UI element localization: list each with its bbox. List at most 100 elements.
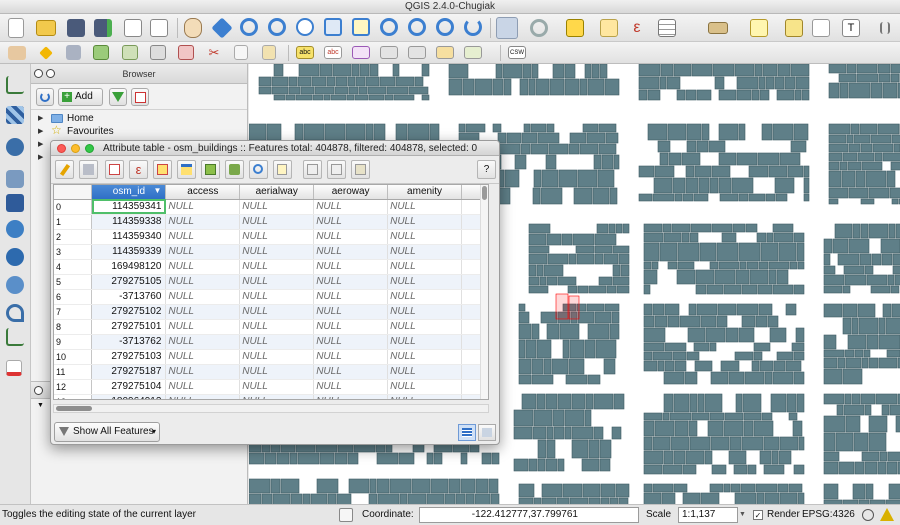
building-polygon[interactable] xyxy=(652,436,671,451)
building-polygon[interactable] xyxy=(731,177,754,194)
building-polygon[interactable] xyxy=(754,64,763,77)
cell-null-value[interactable]: NULL xyxy=(313,379,389,395)
building-polygon[interactable] xyxy=(723,284,742,295)
building-polygon[interactable] xyxy=(700,315,717,328)
cell-null-value[interactable]: NULL xyxy=(313,289,389,305)
building-polygon[interactable] xyxy=(300,86,315,95)
building-polygon[interactable] xyxy=(751,360,760,372)
building-polygon[interactable] xyxy=(765,193,776,202)
building-polygon[interactable] xyxy=(823,265,836,275)
building-polygon[interactable] xyxy=(643,261,652,270)
building-polygon[interactable] xyxy=(684,371,698,385)
building-polygon[interactable] xyxy=(729,436,742,451)
building-polygon[interactable] xyxy=(270,478,281,494)
building-polygon[interactable] xyxy=(861,161,883,171)
building-polygon[interactable] xyxy=(677,242,700,262)
building-polygon[interactable] xyxy=(851,393,861,405)
building-polygon[interactable] xyxy=(579,143,599,155)
building-polygon[interactable] xyxy=(336,493,352,504)
building-polygon[interactable] xyxy=(823,393,845,405)
save-as-icon[interactable] xyxy=(94,19,112,37)
building-polygon[interactable] xyxy=(724,412,744,421)
building-polygon[interactable] xyxy=(891,303,900,318)
measure-icon[interactable] xyxy=(708,22,728,34)
building-polygon[interactable] xyxy=(880,238,900,254)
help-button[interactable]: ? xyxy=(477,160,496,179)
zoom-native-icon[interactable] xyxy=(296,18,314,36)
vertical-scroll-thumb[interactable] xyxy=(482,186,487,200)
building-polygon[interactable] xyxy=(545,154,557,170)
save-project-icon[interactable] xyxy=(67,19,85,37)
building-polygon[interactable] xyxy=(707,420,724,437)
building-polygon[interactable] xyxy=(579,78,588,96)
building-polygon[interactable] xyxy=(868,432,887,452)
building-polygon[interactable] xyxy=(888,483,900,500)
building-polygon[interactable] xyxy=(718,123,739,141)
building-polygon[interactable] xyxy=(882,303,892,318)
row-number[interactable]: 9 xyxy=(54,334,93,350)
building-polygon[interactable] xyxy=(495,64,503,79)
building-polygon[interactable] xyxy=(298,64,320,77)
building-polygon[interactable] xyxy=(355,76,366,87)
building-polygon[interactable] xyxy=(249,478,271,494)
table-row[interactable]: 0 114359341 NULL NULL NULL NULL xyxy=(54,199,488,215)
building-polygon[interactable] xyxy=(864,404,872,416)
building-polygon[interactable] xyxy=(801,89,810,101)
building-polygon[interactable] xyxy=(777,64,791,77)
building-polygon[interactable] xyxy=(586,132,606,144)
building-polygon[interactable] xyxy=(448,478,461,494)
attribute-table-grid[interactable]: osm_id ▼ access aerialway aeroway amenit… xyxy=(53,184,489,400)
building-polygon[interactable] xyxy=(654,165,675,178)
building-polygon[interactable] xyxy=(532,187,541,205)
building-polygon[interactable] xyxy=(662,223,672,233)
building-polygon[interactable] xyxy=(546,426,554,440)
building-polygon[interactable] xyxy=(776,351,794,361)
zoom-in-icon[interactable] xyxy=(240,18,258,36)
building-polygon[interactable] xyxy=(351,64,360,77)
building-polygon[interactable] xyxy=(842,303,858,318)
building-polygon[interactable] xyxy=(874,152,883,162)
building-polygon[interactable] xyxy=(533,169,542,188)
delete-column-icon[interactable] xyxy=(327,160,346,179)
building-polygon[interactable] xyxy=(823,349,845,358)
building-polygon[interactable] xyxy=(828,64,847,74)
building-polygon[interactable] xyxy=(823,483,839,500)
building-polygon[interactable] xyxy=(696,89,712,101)
building-polygon[interactable] xyxy=(564,426,572,440)
building-polygon[interactable] xyxy=(889,404,900,416)
row-number[interactable]: 13 xyxy=(54,394,93,399)
rotate-label-icon[interactable] xyxy=(408,46,426,59)
scale-dropdown-icon[interactable]: ▼ xyxy=(739,508,749,522)
cell-null-value[interactable]: NULL xyxy=(387,334,463,350)
cell-null-value[interactable]: NULL xyxy=(239,229,315,245)
invert-selection-icon[interactable] xyxy=(201,160,220,179)
building-polygon[interactable] xyxy=(615,483,630,498)
building-polygon[interactable] xyxy=(848,82,871,99)
zoom-out-icon[interactable] xyxy=(268,18,286,36)
cell-null-value[interactable]: NULL xyxy=(313,214,389,230)
cell-null-value[interactable]: NULL xyxy=(387,229,463,245)
building-polygon[interactable] xyxy=(766,232,774,243)
building-polygon[interactable] xyxy=(521,393,537,410)
add-delimited-text-icon[interactable] xyxy=(6,304,24,322)
building-polygon[interactable] xyxy=(559,323,580,340)
building-polygon[interactable] xyxy=(686,351,700,361)
building-polygon[interactable] xyxy=(887,451,900,462)
building-polygon[interactable] xyxy=(823,303,843,318)
building-polygon[interactable] xyxy=(285,94,296,101)
building-polygon[interactable] xyxy=(348,478,370,494)
building-polygon[interactable] xyxy=(667,315,680,328)
building-polygon[interactable] xyxy=(778,450,792,465)
building-polygon[interactable] xyxy=(519,78,529,96)
building-polygon[interactable] xyxy=(759,89,770,101)
building-polygon[interactable] xyxy=(850,123,860,135)
building-polygon[interactable] xyxy=(841,170,856,188)
building-polygon[interactable] xyxy=(598,276,613,286)
building-polygon[interactable] xyxy=(895,223,900,239)
building-polygon[interactable] xyxy=(870,134,892,144)
cell-osm-id[interactable]: 279275105 xyxy=(91,274,167,290)
pin-labels-icon[interactable]: abc xyxy=(324,46,342,59)
building-polygon[interactable] xyxy=(716,242,739,262)
building-polygon[interactable] xyxy=(379,76,396,87)
building-polygon[interactable] xyxy=(662,412,670,421)
